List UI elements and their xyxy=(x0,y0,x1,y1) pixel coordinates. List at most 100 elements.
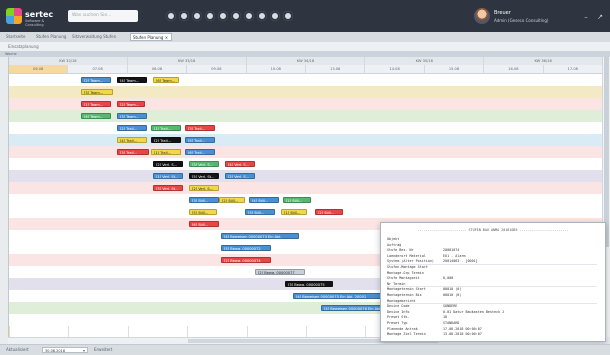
day-header[interactable]: 14.08 xyxy=(365,65,425,73)
day-header[interactable]: 09.08 xyxy=(187,65,247,73)
close-tab-icon[interactable]: × xyxy=(165,35,168,40)
user-name: Breuer xyxy=(494,10,511,16)
schedule-event[interactable]: [2] Team... xyxy=(81,77,111,83)
tooltip-field-label: Stufe Montagzeit xyxy=(387,276,420,281)
date-selector[interactable]: 30.08.2018 xyxy=(42,347,88,354)
schedule-event[interactable]: [2] Still... xyxy=(219,197,245,203)
schedule-event[interactable]: [1] Trail... xyxy=(151,149,181,155)
schedule-row[interactable] xyxy=(9,134,603,146)
company-logo[interactable]: sertec Software & Consulting xyxy=(6,6,56,27)
schedule-event[interactable]: [6] Trail... xyxy=(185,149,215,155)
toolbar-icons xyxy=(166,11,293,21)
clipboard-icon[interactable] xyxy=(205,11,215,21)
schedule-row[interactable] xyxy=(9,146,603,158)
schedule-event[interactable]: [2] Verl. S... xyxy=(225,173,255,179)
week-header: KW 32/18 xyxy=(9,57,128,65)
schedule-event[interactable]: [1] Still... xyxy=(283,197,311,203)
tooltip-field: Planende Antrak 17.08.2018 00:00:07 xyxy=(387,327,597,332)
schedule-event[interactable]: [1] Verl. St... xyxy=(153,173,183,179)
schedule-event[interactable]: [1] Still... xyxy=(281,209,307,215)
tooltip-field-value: EU1 - Alarm xyxy=(443,253,466,258)
settings-icon[interactable] xyxy=(257,11,267,21)
schedule-row[interactable] xyxy=(9,122,603,134)
vertical-scroll-thumb[interactable] xyxy=(604,57,609,247)
schedule-event[interactable]: [5] Trail... xyxy=(185,137,215,143)
schedule-event[interactable]: [2] Still... xyxy=(315,209,343,215)
schedule-event[interactable]: [2] Bewg. 00000077 xyxy=(255,269,305,275)
schedule-event[interactable]: [3] Team... xyxy=(117,113,147,119)
schedule-row[interactable] xyxy=(9,170,603,182)
tooltip-title: ------------------------ STUFEN BAU ANMA… xyxy=(417,228,569,232)
tab-stufen-planung-active[interactable]: Stufen Planung × xyxy=(130,33,172,41)
schedule-event[interactable]: [2] Trail... xyxy=(151,137,181,143)
schedule-event[interactable]: [3] Bewg. 00000075 xyxy=(285,281,333,287)
tooltip-field: Auftrag xyxy=(387,243,597,248)
search-input[interactable]: Was suchen Sie... xyxy=(68,10,138,22)
tooltip-field-value: 0.01 Datur Baukasten Besteck 2 xyxy=(443,309,505,314)
schedule-event[interactable]: [5] Verl. St... xyxy=(189,173,219,179)
day-header[interactable]: 15.08 xyxy=(425,65,485,73)
day-header[interactable]: 16.08 xyxy=(484,65,544,73)
day-header[interactable]: 08.08 xyxy=(128,65,188,73)
schedule-event[interactable]: [5] Bewg. 00000072 xyxy=(221,245,271,251)
help-icon[interactable] xyxy=(270,11,280,21)
day-header[interactable]: 17.08 xyxy=(544,65,603,73)
breadcrumb: Einsatzplanung xyxy=(0,42,610,51)
schedule-event[interactable]: [3] Trail... xyxy=(185,125,215,131)
user-profile[interactable]: Breuer Admin (Geseco Consulting) xyxy=(474,6,554,26)
tooltip-field-value: 13.08.2018 00:00:07 xyxy=(443,332,482,337)
schedule-event[interactable]: [4] Beweisen 00000075 Ein Abl. 20001 xyxy=(293,293,385,299)
day-header-row: 06.08 07.08 08.08 09.08 10.08 13.08 14.08 15.08… xyxy=(9,65,603,74)
restore-window-icon[interactable]: ↗ xyxy=(596,13,604,21)
schedule-row[interactable] xyxy=(9,182,603,194)
schedule-event[interactable]: [3] Still... xyxy=(189,197,219,203)
tooltip-field-label: Objekt xyxy=(387,237,400,241)
schedule-event[interactable]: [3] Trail... xyxy=(117,149,149,155)
mail-icon[interactable] xyxy=(244,11,254,21)
schedule-event[interactable]: [6] Still... xyxy=(189,221,219,227)
chart-icon[interactable] xyxy=(218,11,228,21)
schedule-event[interactable]: [1] Trail... xyxy=(151,125,181,131)
schedule-event[interactable]: [3] Verl. S... xyxy=(189,161,219,167)
schedule-event[interactable]: [4] Trail... xyxy=(117,137,147,143)
day-header[interactable]: 10.08 xyxy=(247,65,306,73)
schedule-event[interactable]: [4] Still... xyxy=(249,197,279,203)
day-header[interactable]: 13.08 xyxy=(306,65,366,73)
home-icon[interactable] xyxy=(166,11,176,21)
minimize-window-icon[interactable]: – xyxy=(582,13,590,21)
schedule-event[interactable]: [3] Team... xyxy=(81,89,113,95)
tab-stufen-planung-1[interactable]: Stufen Planung xyxy=(36,33,70,41)
schedule-event[interactable]: [5] Still... xyxy=(189,209,217,215)
schedule-event[interactable]: [3] Still... xyxy=(245,209,275,215)
schedule-event[interactable]: [2] Trail... xyxy=(117,125,147,131)
event-detail-tooltip: ------------------------ STUFEN BAU ANMA… xyxy=(380,222,606,342)
schedule-event[interactable]: [4] Team... xyxy=(117,77,147,83)
tooltip-field: Preset Stk. 18 xyxy=(387,315,597,320)
tab-sitzverwaltung[interactable]: Sitzverwaltung Stufen Bedarf xyxy=(72,33,128,47)
schedule-event[interactable]: [4] Verl. S... xyxy=(225,161,255,167)
tooltip-field-value: STANDARD xyxy=(443,321,460,325)
tooltip-field-label: Preset Stk. xyxy=(387,315,410,320)
bell-icon[interactable] xyxy=(283,11,293,21)
tab-startseite[interactable]: Startseite xyxy=(6,33,34,41)
schedule-event[interactable]: [2] Team... xyxy=(117,101,145,107)
folder-icon[interactable] xyxy=(231,11,241,21)
schedule-event[interactable]: [4] Team... xyxy=(81,113,111,119)
tooltip-field: Objekt xyxy=(387,237,597,242)
tooltip-field-label: Montage-Grp Termin xyxy=(387,270,424,275)
tooltip-field-value: 18 xyxy=(443,315,448,320)
schedule-event[interactable]: [2] Verl. S... xyxy=(189,185,219,191)
schedule-event[interactable]: [4] Beweisen 00000073 Ein Abl. xyxy=(221,233,299,239)
day-header[interactable]: 06.08 xyxy=(9,65,69,73)
tooltip-field-label: Stufe Bez. Nr xyxy=(387,248,414,253)
day-header[interactable]: 07.08 xyxy=(68,65,128,73)
schedule-event[interactable]: [1] Team... xyxy=(81,101,111,107)
calendar-icon[interactable] xyxy=(179,11,189,21)
schedule-event[interactable]: [2] Verl. S... xyxy=(153,161,183,167)
users-icon[interactable] xyxy=(192,11,202,21)
schedule-event[interactable]: [6] Team... xyxy=(153,77,179,83)
schedule-event[interactable]: [3] Verl. St... xyxy=(153,185,183,191)
schedule-event[interactable]: [2] Bewg. 00000074 xyxy=(221,257,271,263)
tooltip-field-label: Planende Antrak xyxy=(387,326,418,331)
schedule-row[interactable] xyxy=(9,158,603,170)
